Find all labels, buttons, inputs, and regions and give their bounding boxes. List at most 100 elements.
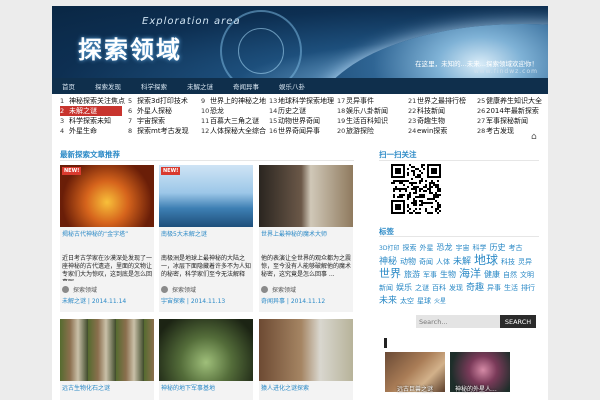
- category-link[interactable]: 19 生活百科知识: [337, 116, 403, 126]
- article-title[interactable]: 世界上最神秘的魔术大师: [259, 227, 353, 249]
- article-thumbnail[interactable]: [259, 165, 353, 227]
- category-link[interactable]: 7 宇宙探索: [128, 116, 194, 126]
- tag-link[interactable]: 之谜: [415, 283, 429, 293]
- category-link[interactable]: 25 健康养生知识大全: [477, 96, 543, 106]
- category-link[interactable]: 5 探索3d打印技术: [128, 96, 194, 106]
- header-banner[interactable]: Exploration area 探索领域 在这里，未知的...未来...探索领…: [52, 6, 548, 78]
- article-card[interactable]: 世界上最神秘的魔术大师 他的表演让全世界的观众都为之震惊，至今没有人能够破解他的…: [259, 165, 353, 312]
- category-link[interactable]: 26 2014年最新探索: [477, 106, 543, 116]
- nav-item[interactable]: 未解之谜: [187, 81, 213, 91]
- tag-link[interactable]: 发现: [449, 283, 463, 293]
- article-title[interactable]: 南极5大未解之谜: [159, 227, 253, 249]
- tag-link[interactable]: 未来: [379, 296, 397, 306]
- tag-link[interactable]: 宇宙: [455, 243, 469, 253]
- tag-link[interactable]: 科技: [501, 257, 515, 267]
- category-link[interactable]: 2 未解之谜: [60, 106, 122, 116]
- tag-link[interactable]: 灵异: [518, 257, 532, 267]
- category-link[interactable]: 16 世界奇闻异事: [269, 126, 335, 136]
- search-input[interactable]: [416, 315, 500, 328]
- article-category[interactable]: 未解之谜: [62, 298, 86, 305]
- category-link[interactable]: 23 奇趣生物: [408, 116, 474, 126]
- category-link[interactable]: 8 探索mt考古发现: [128, 126, 194, 136]
- tag-link[interactable]: 火星: [434, 297, 446, 307]
- tag-link[interactable]: 军事: [423, 270, 437, 280]
- tag-link[interactable]: 科学: [472, 243, 486, 253]
- sidebar-thumb-caption[interactable]: 远古巨兽之谜: [397, 384, 433, 393]
- category-link[interactable]: 1 神秘探索关注焦点: [60, 96, 126, 106]
- article-title[interactable]: 猿人进化之谜探索: [259, 381, 353, 400]
- tag-link[interactable]: 人体: [436, 257, 450, 267]
- tag-link[interactable]: 太空: [400, 296, 414, 306]
- tag-link[interactable]: 百科: [432, 283, 446, 293]
- tag-link[interactable]: 星球: [417, 296, 431, 306]
- tag-link[interactable]: 文明: [520, 270, 534, 280]
- tag-link[interactable]: 娱乐: [396, 283, 412, 293]
- tag-link[interactable]: 新闻: [379, 283, 393, 293]
- tag-link[interactable]: 生物: [440, 270, 456, 280]
- tag-link[interactable]: 世界: [379, 268, 401, 279]
- article-category[interactable]: 奇闻异事: [261, 298, 285, 305]
- article-card[interactable]: 远古生物化石之谜: [60, 319, 154, 400]
- article-title[interactable]: 神秘的地下军事基地: [159, 381, 253, 400]
- tag-link[interactable]: 考古: [508, 243, 522, 253]
- tag-link[interactable]: 神秘: [379, 257, 397, 267]
- category-link[interactable]: 14 历史之谜: [269, 106, 335, 116]
- category-link[interactable]: 15 动物世界奇闻: [269, 116, 335, 126]
- tag-link[interactable]: 恐龙: [436, 243, 452, 253]
- category-link[interactable]: 22 科技新闻: [408, 106, 474, 116]
- article-thumbnail[interactable]: [159, 319, 253, 381]
- nav-item-home[interactable]: 首页: [62, 81, 75, 91]
- category-link[interactable]: 17 灵异事件: [337, 96, 403, 106]
- nav-item[interactable]: 科学探索: [141, 81, 167, 91]
- tag-link[interactable]: 排行: [521, 283, 535, 293]
- article-title[interactable]: 远古生物化石之谜: [60, 381, 154, 400]
- author-name[interactable]: 探索领域: [73, 285, 97, 294]
- category-link[interactable]: 10 恐龙: [201, 106, 267, 116]
- category-link[interactable]: 3 科学探索未知: [60, 116, 126, 126]
- article-card[interactable]: 猿人进化之谜探索: [259, 319, 353, 400]
- category-link[interactable]: 21 世界之最排行榜: [408, 96, 474, 106]
- tag-link[interactable]: 奇趣: [466, 283, 484, 293]
- search-button[interactable]: SEARCH: [500, 315, 536, 328]
- article-thumbnail[interactable]: NEW!: [60, 165, 154, 227]
- tag-link[interactable]: 生活: [504, 283, 518, 293]
- category-link[interactable]: 4 外星生命: [60, 126, 126, 136]
- tag-link[interactable]: 自然: [503, 270, 517, 280]
- nav-item[interactable]: 探索发现: [95, 81, 121, 91]
- tag-link[interactable]: 外星: [419, 243, 433, 253]
- tag-link[interactable]: 动物: [400, 257, 416, 267]
- home-icon[interactable]: ⌂: [531, 132, 541, 142]
- article-card[interactable]: 神秘的地下军事基地: [159, 319, 253, 400]
- author-name[interactable]: 探索领域: [272, 285, 296, 294]
- article-title[interactable]: 揭秘古代神秘的“金字塔”: [60, 227, 154, 249]
- category-link[interactable]: 20 旅游探险: [337, 126, 403, 136]
- tag-link[interactable]: 历史: [489, 243, 505, 253]
- category-link[interactable]: 6 外星人探秘: [128, 106, 194, 116]
- tag-link[interactable]: 奇闻: [419, 257, 433, 267]
- sidebar-thumb-caption[interactable]: 神秘的外星人...: [455, 384, 497, 393]
- category-link[interactable]: 27 军事探秘新闻: [477, 116, 543, 126]
- category-link[interactable]: 9 世界上的神秘之地: [201, 96, 267, 106]
- tag-link[interactable]: 未解: [453, 257, 471, 267]
- author-name[interactable]: 探索领域: [172, 285, 196, 294]
- tag-link[interactable]: 健康: [484, 270, 500, 280]
- article-thumbnail[interactable]: [259, 319, 353, 381]
- tag-link[interactable]: 异事: [487, 283, 501, 293]
- category-link[interactable]: 11 百慕大三角之谜: [201, 116, 267, 126]
- article-category[interactable]: 宇宙探索: [161, 298, 185, 305]
- nav-item[interactable]: 奇闻异事: [233, 81, 259, 91]
- tag-link[interactable]: 探索: [402, 243, 416, 253]
- category-link[interactable]: 13 地球科学探索地理: [269, 96, 335, 106]
- category-link[interactable]: 12 人体探秘大全综合: [201, 126, 267, 136]
- tag-link[interactable]: 地球: [474, 254, 498, 266]
- category-link[interactable]: 24 ewin探索: [408, 126, 474, 136]
- tag-link[interactable]: 旅游: [404, 270, 420, 280]
- nav-item[interactable]: 娱乐八卦: [279, 81, 305, 91]
- article-card[interactable]: NEW! 揭秘古代神秘的“金字塔” 近日考古学家在沙漠深处发现了一座神秘的古代遗…: [60, 165, 154, 312]
- tag-link[interactable]: 3D打印: [379, 244, 399, 254]
- article-card[interactable]: NEW! 南极5大未解之谜 南极洲是地球上最神秘的大陆之一，冰层下面隐藏着许多不…: [159, 165, 253, 312]
- site-logo[interactable]: 探索领域: [78, 30, 182, 65]
- tag-link[interactable]: 海洋: [459, 268, 481, 279]
- article-thumbnail[interactable]: [60, 319, 154, 381]
- category-link[interactable]: 18 娱乐八卦新闻: [337, 106, 403, 116]
